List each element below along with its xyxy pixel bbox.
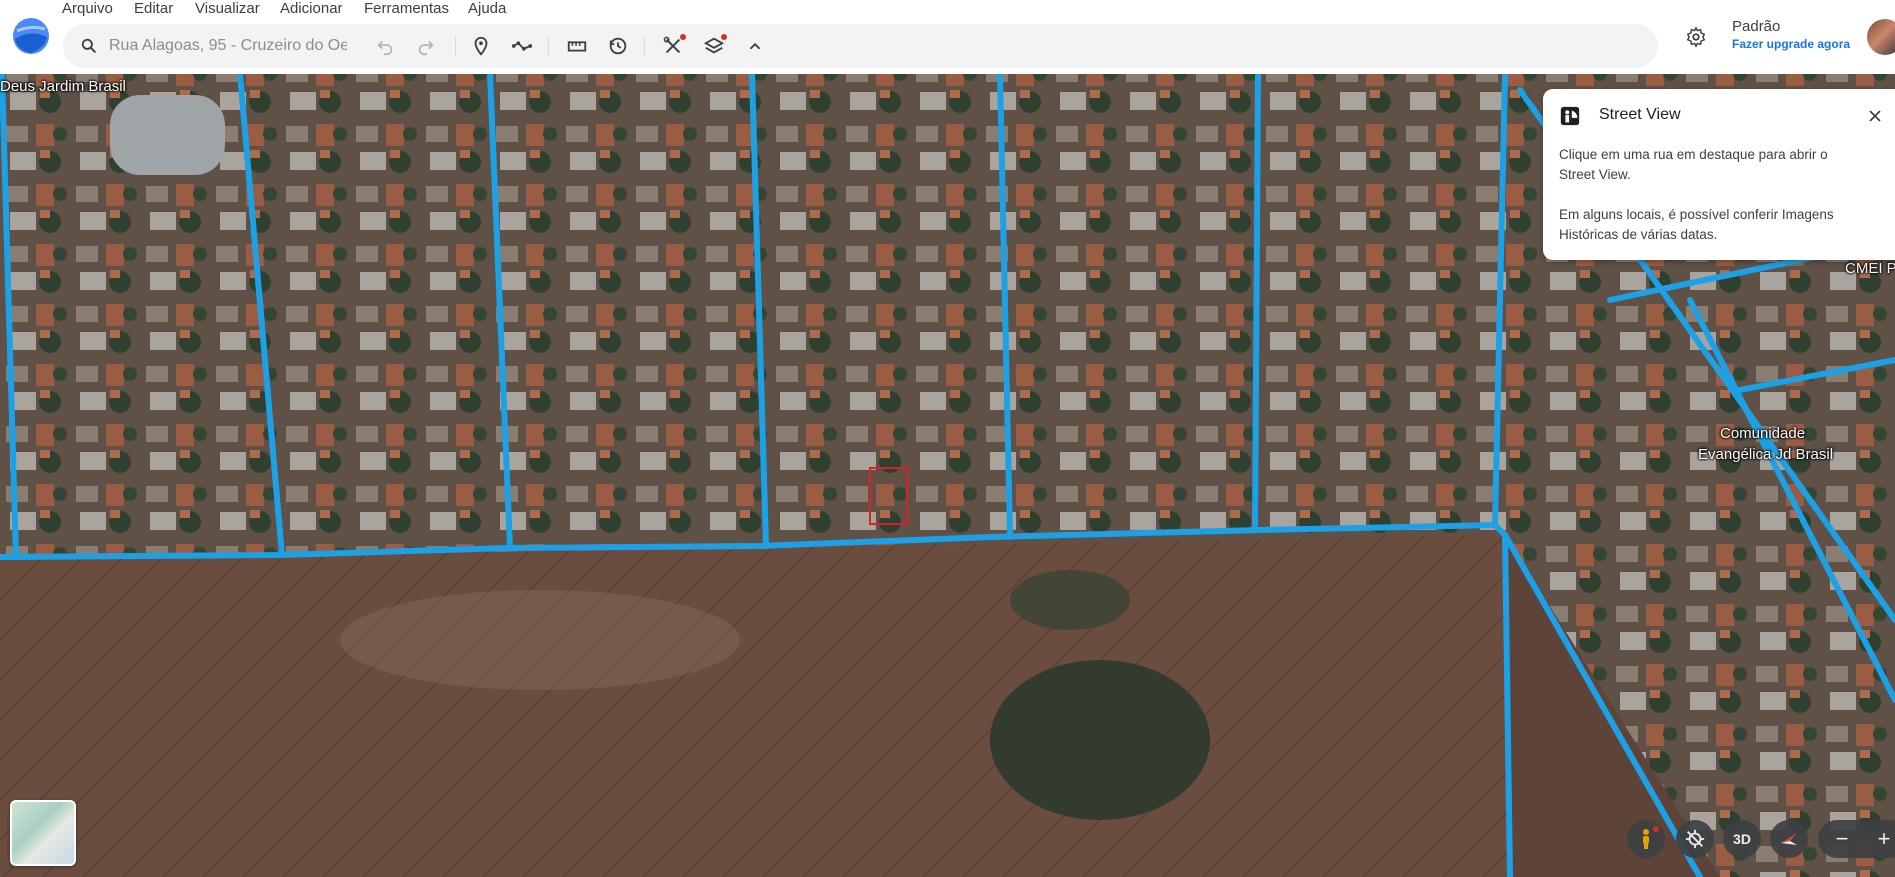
avatar[interactable] <box>1867 19 1895 55</box>
search-icon[interactable] <box>79 36 99 56</box>
close-icon <box>1869 110 1881 122</box>
zoom-in-button[interactable]: + <box>1865 820 1895 858</box>
collapse-toolbar-button[interactable] <box>740 31 770 61</box>
profile-name: Padrão <box>1732 18 1781 35</box>
toggle-3d-button[interactable]: 3D <box>1723 820 1761 858</box>
placemark-icon <box>474 36 488 56</box>
street-view-panel: Street View Clique em uma rua em destaqu… <box>1543 89 1895 260</box>
add-path-button[interactable] <box>507 31 537 61</box>
history-icon <box>609 37 627 55</box>
close-street-view-button[interactable] <box>1861 102 1889 130</box>
redo-icon <box>418 40 434 56</box>
upgrade-link[interactable]: Fazer upgrade agora <box>1732 37 1850 51</box>
tools-button[interactable] <box>658 31 688 61</box>
menu-visualizar[interactable]: Visualizar <box>195 0 260 18</box>
gear-icon <box>1686 26 1706 48</box>
map-label-church-line1[interactable]: Comunidade <box>1720 425 1805 442</box>
zoom-out-button[interactable]: − <box>1823 820 1861 858</box>
path-icon <box>511 41 533 51</box>
map-label-church-line2[interactable]: Evangélica Jd Brasil <box>1698 446 1833 463</box>
recenter-button[interactable] <box>1676 820 1714 858</box>
menu-arquivo[interactable]: Arquivo <box>62 0 113 18</box>
redo-button[interactable] <box>411 31 441 61</box>
street-view-history-note: Em alguns locais, é possível conferir Im… <box>1559 207 1834 242</box>
compass-icon <box>1781 833 1797 845</box>
toolbar-divider <box>455 36 456 56</box>
zoom-control: − + <box>1818 820 1895 858</box>
street-view-instruction: Clique em uma rua em destaque para abrir… <box>1559 147 1828 182</box>
toolbar-divider <box>644 36 645 56</box>
undo-icon <box>377 40 393 56</box>
street-view-title: Street View <box>1599 106 1681 123</box>
menu-ferramentas[interactable]: Ferramentas <box>364 0 449 18</box>
settings-button[interactable] <box>1681 22 1711 52</box>
toolbar-divider <box>548 36 549 56</box>
street-view-icon <box>1560 106 1580 126</box>
menu-adicionar[interactable]: Adicionar <box>280 0 343 18</box>
notification-dot <box>680 34 686 40</box>
recenter-icon <box>1685 829 1705 849</box>
pegman-button[interactable] <box>1627 820 1665 858</box>
map-label-cmei[interactable]: CMEI P <box>1845 260 1895 277</box>
earth-logo-icon <box>13 18 49 54</box>
minimap-thumbnail[interactable] <box>10 800 76 866</box>
measure-button[interactable] <box>562 31 592 61</box>
menu-ajuda[interactable]: Ajuda <box>468 0 506 18</box>
search-input[interactable] <box>109 32 347 60</box>
chevron-up-icon <box>749 42 761 50</box>
layers-button[interactable] <box>699 31 729 61</box>
map-label-neighborhood: Deus Jardim Brasil <box>0 78 126 95</box>
main-toolbar <box>63 24 1658 68</box>
notification-dot <box>721 34 727 40</box>
menu-editar[interactable]: Editar <box>134 0 173 18</box>
compass-button[interactable] <box>1770 820 1808 858</box>
notification-dot <box>1653 826 1659 832</box>
ruler-icon <box>567 41 587 52</box>
add-placemark-button[interactable] <box>466 31 496 61</box>
historical-imagery-button[interactable] <box>603 31 633 61</box>
undo-button[interactable] <box>370 31 400 61</box>
app-header: Arquivo Editar Visualizar Adicionar Ferr… <box>0 0 1895 74</box>
